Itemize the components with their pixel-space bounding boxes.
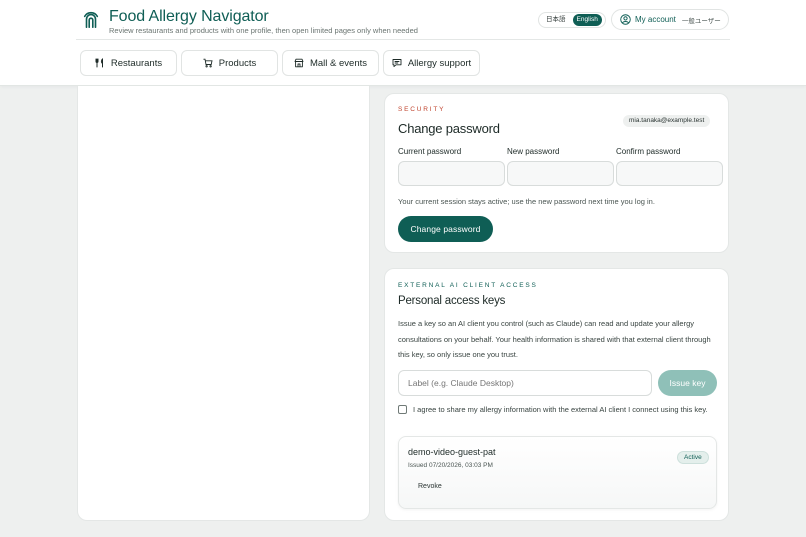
key-status-badge: Active bbox=[677, 451, 709, 464]
confirm-password-label: Confirm password bbox=[616, 147, 681, 156]
key-name: demo-video-guest-pat bbox=[408, 447, 496, 457]
nav-mall-events[interactable]: Mall & events bbox=[282, 50, 379, 76]
brand[interactable]: Food Allergy Navigator Review restaurant… bbox=[82, 8, 418, 35]
account-label: My account bbox=[635, 15, 676, 24]
nav-products-label: Products bbox=[218, 57, 257, 69]
new-password-label: New password bbox=[507, 147, 560, 156]
new-password-input[interactable] bbox=[507, 161, 614, 186]
my-account-button[interactable]: My account 一般ユーザー bbox=[611, 9, 729, 30]
ai-access-eyebrow: EXTERNAL AI CLIENT ACCESS bbox=[398, 282, 538, 289]
account-role: 一般ユーザー bbox=[681, 17, 721, 25]
share-consent-label[interactable]: I agree to share my allergy information … bbox=[413, 404, 708, 415]
key-issued-date: Issued 07/20/2026, 03:03 PM bbox=[408, 462, 493, 469]
change-password-button[interactable]: Change password bbox=[398, 216, 493, 242]
utensils-icon bbox=[95, 58, 103, 68]
security-eyebrow: SECURITY bbox=[398, 106, 446, 113]
logo-icon bbox=[83, 11, 99, 29]
password-hint: Your current session stays active; use t… bbox=[398, 197, 655, 206]
chat-icon bbox=[392, 59, 402, 68]
profile-side-panel bbox=[77, 86, 370, 521]
access-keys-description: Issue a key so an AI client you control … bbox=[398, 319, 711, 359]
revoke-key-button[interactable]: Revoke bbox=[418, 483, 442, 490]
share-consent-checkbox[interactable] bbox=[398, 405, 407, 414]
nav-restaurants[interactable]: Restaurants bbox=[80, 50, 177, 76]
main-nav: Restaurants Products Mall & events Aller… bbox=[80, 50, 480, 76]
account-email-badge: mia.tanaka@example.test bbox=[623, 115, 711, 127]
lang-english-button[interactable]: English bbox=[572, 14, 602, 26]
user-circle-icon bbox=[620, 14, 631, 25]
issue-key-button[interactable]: Issue key bbox=[658, 370, 717, 396]
app-subtitle: Review restaurants and products with one… bbox=[109, 26, 418, 35]
access-keys-title: Personal access keys bbox=[398, 295, 506, 307]
change-password-title: Change password bbox=[398, 121, 500, 136]
current-password-input[interactable] bbox=[398, 161, 505, 186]
app-title: Food Allergy Navigator bbox=[109, 8, 269, 25]
app-header: Food Allergy Navigator Review restaurant… bbox=[0, 0, 806, 86]
access-keys-card: EXTERNAL AI CLIENT ACCESS Personal acces… bbox=[384, 268, 729, 521]
access-key-item: demo-video-guest-pat Issued 07/20/2026, … bbox=[398, 436, 717, 509]
confirm-password-input[interactable] bbox=[616, 161, 723, 186]
nav-allergy-support-label: Allergy support bbox=[407, 57, 472, 69]
key-label-input[interactable] bbox=[398, 370, 652, 396]
change-password-card: SECURITY Change password mia.tanaka@exam… bbox=[384, 93, 729, 253]
store-icon bbox=[294, 58, 304, 68]
cart-icon bbox=[203, 58, 213, 68]
lang-japanese-button[interactable]: 日本語 bbox=[542, 14, 570, 26]
nav-mall-events-label: Mall & events bbox=[309, 57, 368, 69]
language-switch: 日本語 English bbox=[538, 12, 606, 28]
current-password-label: Current password bbox=[398, 147, 462, 156]
share-consent: I agree to share my allergy information … bbox=[398, 404, 718, 415]
nav-restaurants-label: Restaurants bbox=[110, 57, 163, 69]
nav-products[interactable]: Products bbox=[181, 50, 278, 76]
header-divider bbox=[76, 39, 730, 40]
nav-allergy-support[interactable]: Allergy support bbox=[383, 50, 480, 76]
